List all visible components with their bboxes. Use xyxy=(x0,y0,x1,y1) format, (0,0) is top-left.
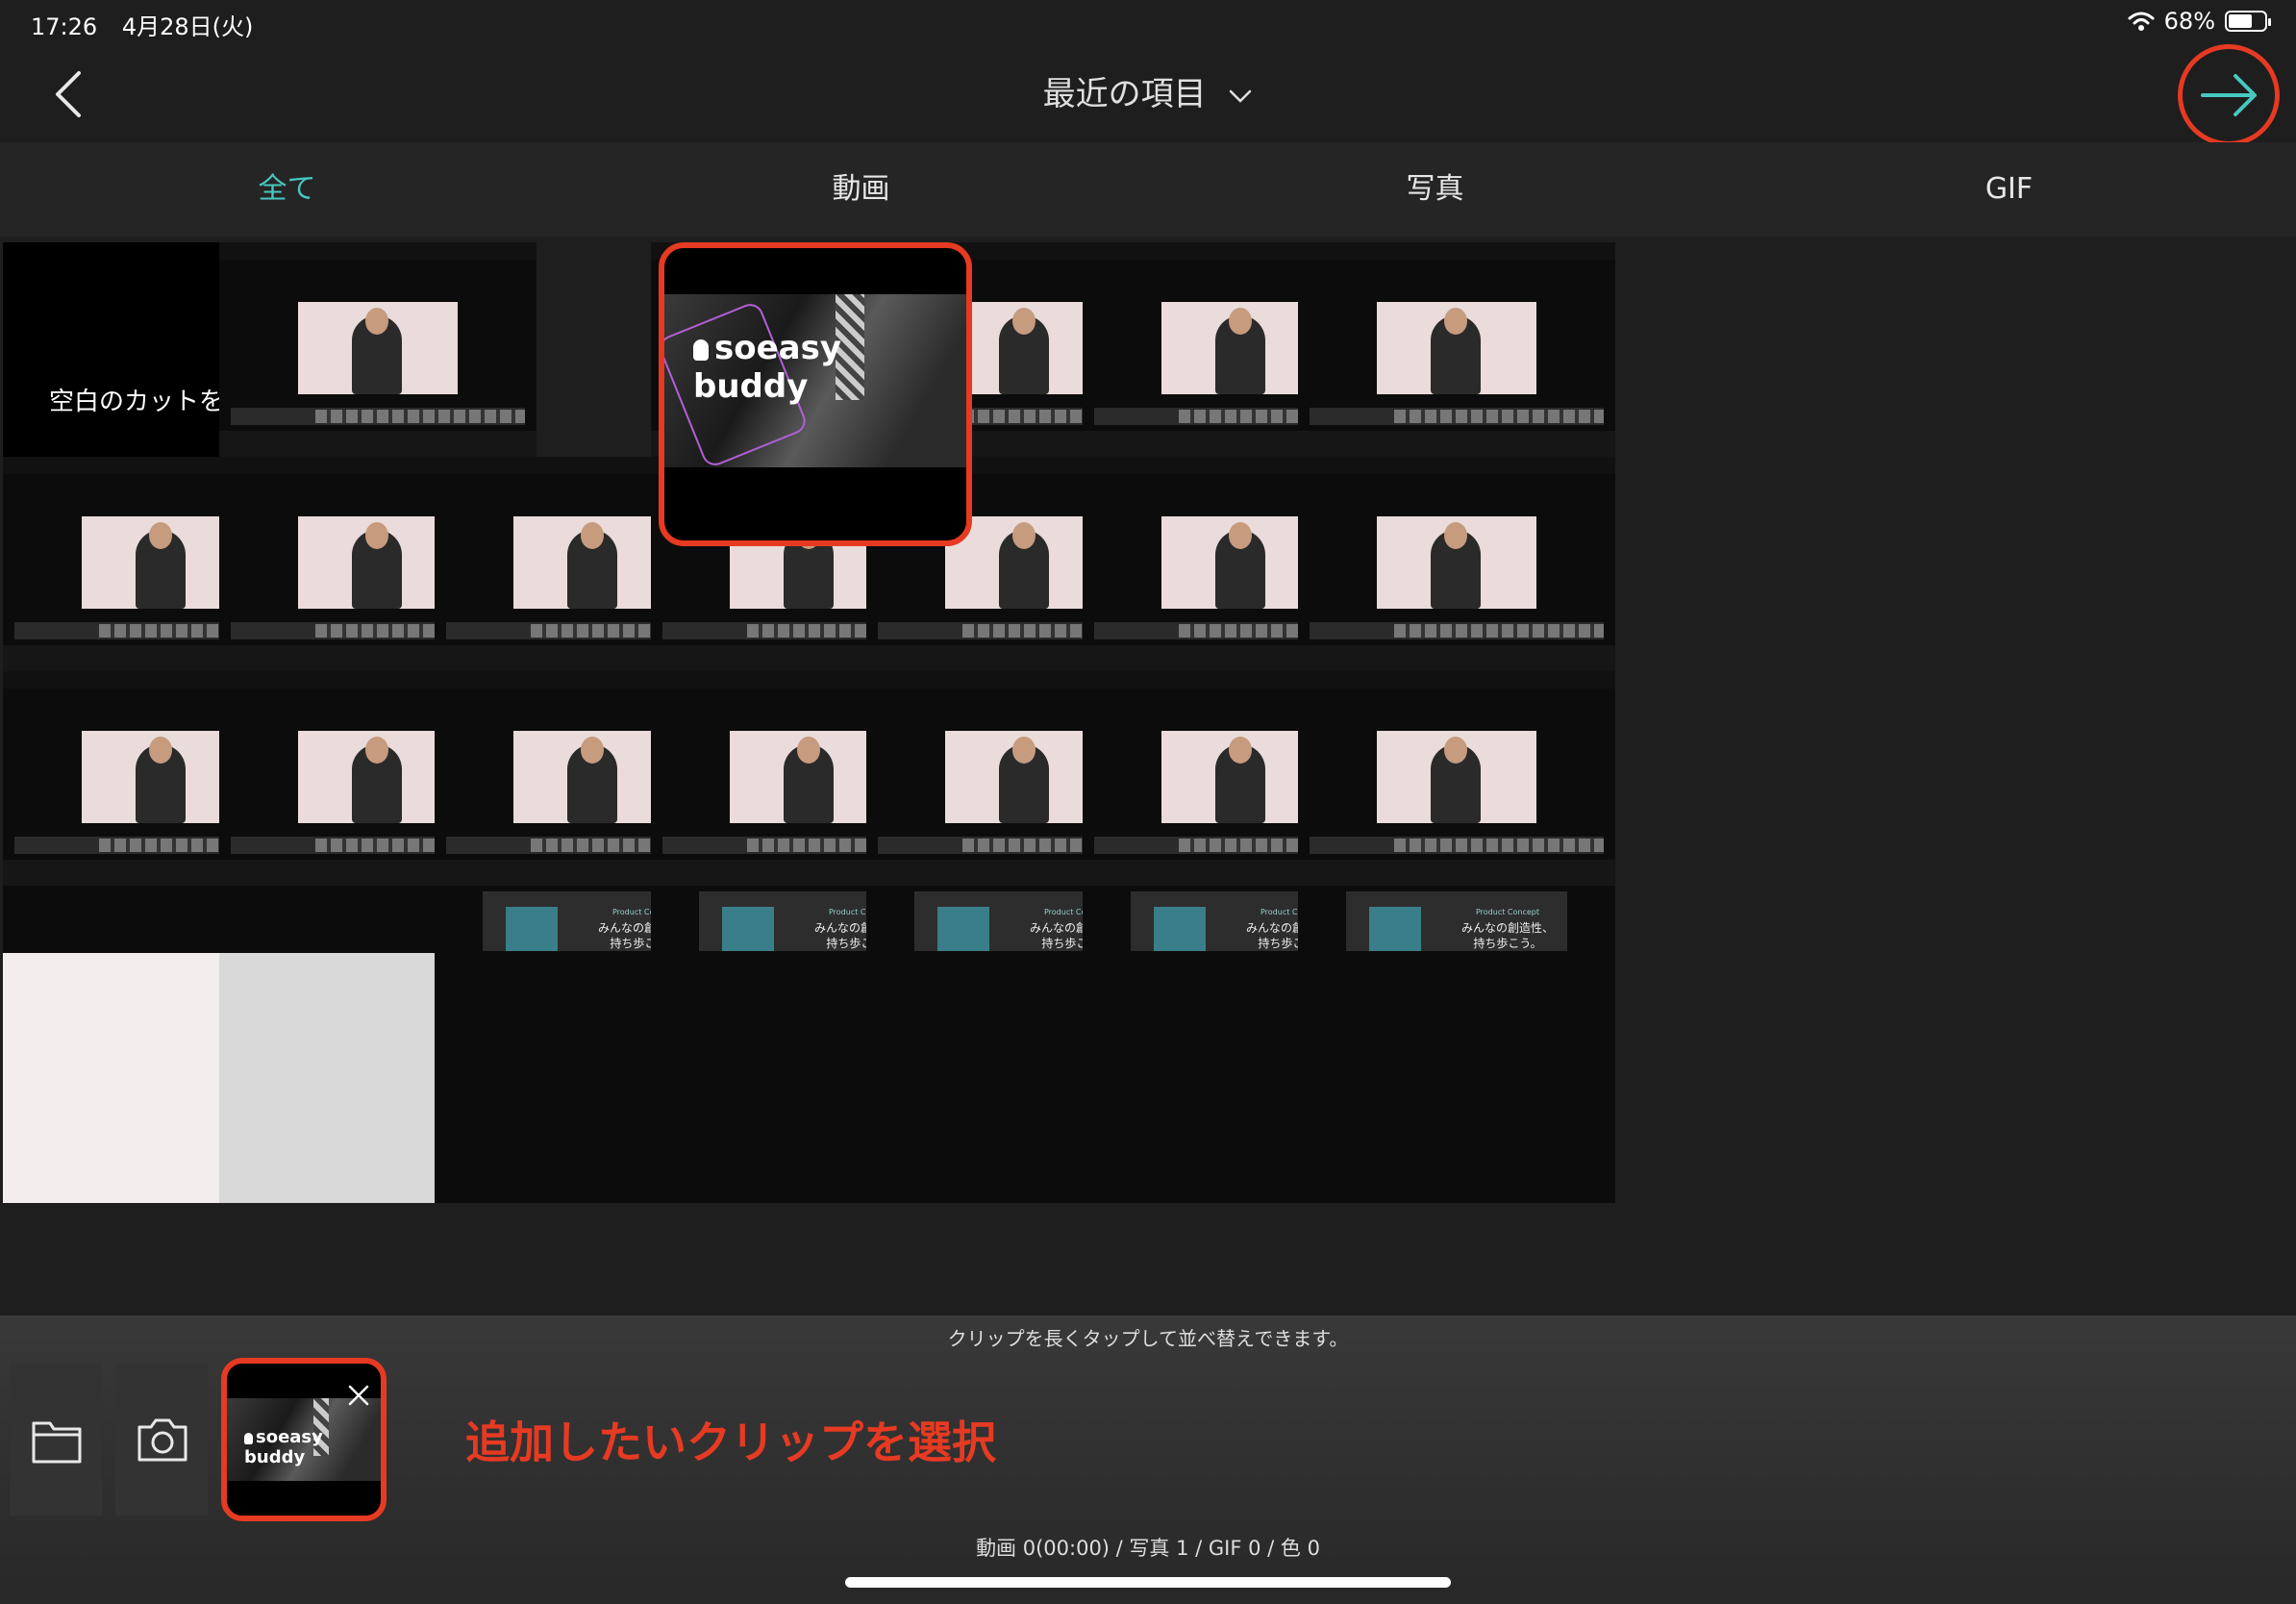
nav-bar: 最近の項目 xyxy=(0,44,2296,146)
video-frame xyxy=(82,731,241,823)
battery-icon xyxy=(2225,11,2271,32)
timeline-strip xyxy=(1394,410,1604,423)
person-head xyxy=(1444,737,1467,764)
person-head xyxy=(365,308,388,335)
promo-banner: Product Concept みんなの創造性、 持ち歩こう。 xyxy=(1346,891,1567,951)
video-frame xyxy=(1377,516,1536,609)
person-head xyxy=(149,522,172,549)
video-frame xyxy=(513,516,673,609)
person-head xyxy=(149,737,172,764)
lightbulb-icon xyxy=(244,1433,253,1444)
video-frame xyxy=(298,302,458,394)
annotation-callout: 追加したいクリップを選択 xyxy=(465,1416,996,1468)
person-head xyxy=(1012,308,1036,335)
date-text: 4月28日(火) xyxy=(121,13,254,40)
video-frame xyxy=(82,516,241,609)
timeline-strip xyxy=(1394,624,1604,638)
person-head xyxy=(1012,522,1036,549)
status-bar: 17:26 4月28日(火) 68% xyxy=(0,0,2296,46)
media-grid: 空白のカットを挿入 Product Concept みんなの創造性、 持ち歩こう。 P… xyxy=(0,240,2296,1316)
selection-tray: クリップを長くタップして並べ替えできます。 soeasy buddy 追加したい… xyxy=(0,1316,2296,1604)
preview-timeline xyxy=(1310,408,1604,425)
preview-status-bar xyxy=(1298,457,1615,474)
tray-hint: クリップを長くタップして並べ替えできます。 xyxy=(947,1327,1349,1350)
preview-timeline xyxy=(1310,837,1604,854)
promo-phone-image xyxy=(1154,907,1206,951)
clip-logo: soeasy buddy xyxy=(244,1427,381,1467)
person-head xyxy=(581,737,604,764)
person-head xyxy=(1444,308,1467,335)
preview-status-bar xyxy=(1298,671,1615,689)
status-right: 68% xyxy=(2128,8,2271,35)
media-type-tabs: 全て 動画 写真 GIF xyxy=(0,142,2296,237)
status-time: 17:26 4月28日(火) xyxy=(31,8,253,41)
home-indicator[interactable] xyxy=(845,1577,1451,1588)
video-frame xyxy=(1377,302,1536,394)
close-icon xyxy=(348,1385,369,1406)
tab-video[interactable]: 動画 xyxy=(574,142,1148,237)
promo-line-1: みんなの創造性、 xyxy=(1460,921,1554,935)
battery-fill xyxy=(2229,14,2252,28)
promo-line-2: 持ち歩こう。 xyxy=(1473,937,1542,950)
person-head xyxy=(1229,308,1252,335)
video-frame xyxy=(945,731,1105,823)
tab-all[interactable]: 全て xyxy=(0,142,574,237)
remove-clip-button[interactable] xyxy=(346,1383,371,1408)
video-frame xyxy=(1377,731,1536,823)
camera-button[interactable] xyxy=(115,1364,208,1516)
promo-phone-image xyxy=(1369,907,1421,951)
thumbnail-logo-text: soeasy buddy xyxy=(693,329,841,406)
promo-phone-image xyxy=(722,907,774,951)
promo-text: Product Concept みんなの創造性、 持ち歩こう。 xyxy=(1461,905,1554,951)
selection-count: 動画 0(00:00) / 写真 1 / GIF 0 / 色 0 xyxy=(976,1537,1320,1560)
lightbulb-icon xyxy=(693,339,709,361)
timeline-strip xyxy=(1394,839,1604,852)
selected-media-thumbnail[interactable]: soeasy buddy xyxy=(659,242,972,546)
time-text: 17:26 xyxy=(31,13,98,40)
tab-photo[interactable]: 写真 xyxy=(1148,142,1722,237)
battery-percent: 68% xyxy=(2163,8,2215,35)
person-head xyxy=(365,737,388,764)
clip-logo-text: soeasy buddy xyxy=(244,1427,323,1467)
person-head xyxy=(581,522,604,549)
next-button-highlight xyxy=(2178,44,2280,146)
preview-status-bar xyxy=(1298,242,1615,260)
album-selector[interactable]: 最近の項目 xyxy=(0,67,2296,114)
promo-phone-image xyxy=(506,907,558,951)
promo-caption: Product Concept xyxy=(1475,908,1539,916)
media-thumbnail[interactable]: Product Concept みんなの創造性、 持ち歩こう。 xyxy=(1298,886,1615,1203)
preview-status-bar xyxy=(219,242,537,260)
person-head xyxy=(365,522,388,549)
preview-timeline xyxy=(1310,622,1604,639)
thumbnail-logo: soeasy buddy xyxy=(693,329,966,406)
person-head xyxy=(1229,737,1252,764)
page-title: 最近の項目 xyxy=(1042,75,1207,113)
chevron-down-icon xyxy=(1230,89,1252,103)
timeline-strip xyxy=(315,410,525,423)
camera-icon xyxy=(137,1418,187,1462)
person-head xyxy=(797,737,820,764)
person-head xyxy=(1444,522,1467,549)
screenshot-preview: Product Concept みんなの創造性、 持ち歩こう。 xyxy=(1298,886,1615,1203)
preview-timeline xyxy=(231,408,525,425)
folder-icon xyxy=(32,1421,82,1464)
folder-button[interactable] xyxy=(10,1364,102,1516)
tab-gif[interactable]: GIF xyxy=(1722,142,2296,237)
promo-phone-image xyxy=(937,907,989,951)
person-head xyxy=(1012,737,1036,764)
video-frame xyxy=(513,731,673,823)
wifi-icon xyxy=(2128,12,2155,31)
person-head xyxy=(1229,522,1252,549)
